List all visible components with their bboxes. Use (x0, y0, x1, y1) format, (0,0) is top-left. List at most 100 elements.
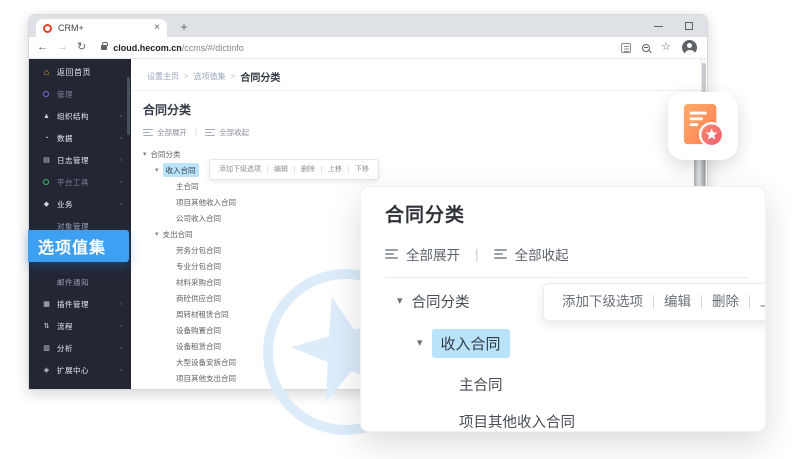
translate-icon[interactable] (621, 43, 631, 53)
option-set-callout[interactable]: 选项值集 (28, 230, 129, 262)
profile-avatar[interactable] (682, 40, 697, 55)
caret-down-icon[interactable]: ▾ (155, 231, 159, 238)
green-ring-icon (43, 179, 49, 185)
extension-icon: ◈ (41, 367, 52, 374)
sidebar-item-business[interactable]: ◆ 业务 ∨ (29, 193, 131, 215)
sidebar-item-logs[interactable]: ▤ 日志管理 ∨ (29, 149, 131, 171)
action-menu-item[interactable]: 上移 (321, 166, 348, 173)
breadcrumb-separator: > (184, 72, 189, 81)
tree-controls: 全部展开 | 全部收起 (143, 127, 707, 138)
url-path: /ccms/#/dictinfo (182, 43, 244, 53)
action-menu-item[interactable]: 删除 (294, 166, 321, 173)
data-icon: ◔ (41, 135, 52, 142)
caret-down-icon[interactable]: ▾ (155, 167, 159, 174)
bookmark-star-icon[interactable]: ☆ (661, 42, 671, 53)
action-menu-item[interactable]: 添加下级选项 (552, 295, 653, 310)
action-menu-item[interactable]: 上移 (749, 295, 766, 310)
maximize-icon[interactable] (685, 22, 693, 30)
selected-node-label[interactable]: 收入合同 (432, 329, 510, 358)
collapse-all-button[interactable]: 全部收起 (515, 244, 569, 264)
selected-node-label[interactable]: 收入合同 (163, 163, 199, 177)
action-menu-item[interactable]: 编辑 (653, 295, 701, 310)
collapse-all-icon (205, 129, 215, 137)
expand-all-icon (143, 129, 153, 137)
tree-node[interactable]: 主合同 (385, 374, 765, 395)
expand-all-button[interactable]: 全部展开 (406, 244, 460, 264)
forward-icon[interactable]: → (57, 42, 68, 53)
chevron-down-icon: ∨ (119, 114, 123, 119)
plugin-icon: ▦ (41, 301, 52, 308)
node-action-menu: 添加下级选项编辑删除上移下移 (209, 159, 379, 180)
tab-close-icon[interactable]: × (154, 23, 160, 33)
magnified-page-title: 合同分类 (385, 200, 765, 227)
purple-ring-icon (43, 91, 49, 97)
expand-all-button[interactable]: 全部展开 (157, 127, 187, 138)
sidebar-item-analysis[interactable]: ▥ 分析 ∨ (29, 337, 131, 359)
sidebar-group-platform-tools[interactable]: 平台工具 ∨ (29, 171, 131, 193)
breadcrumb: 设置主页 > 选项值集 > 合同分类 (131, 59, 707, 91)
sidebar-group-admin[interactable]: 管理 (29, 83, 131, 105)
url-host: cloud.hecom.cn (113, 43, 182, 53)
home-icon: ⌂ (41, 68, 52, 77)
action-menu-item[interactable]: 编辑 (267, 166, 294, 173)
expand-all-icon (385, 249, 398, 259)
app-sidebar: ⌂ 返回首页 管理 ▲ 组织结构 ∨ ◔ 数据 ∨ ▤ 日志管理 ∨ (29, 59, 131, 389)
window-controls (654, 15, 693, 37)
sidebar-item-extension-center[interactable]: ◈ 扩展中心 ∨ (29, 359, 131, 381)
business-icon: ◆ (41, 201, 52, 208)
document-star-card (668, 92, 738, 160)
chevron-down-icon: ∨ (119, 346, 123, 351)
crm-favicon-icon (43, 24, 52, 33)
magnified-panel: 合同分类 全部展开 | 全部收起 ▾ 合同分类 ▾ 收入合同 添加下级选项编辑删… (360, 186, 766, 432)
tree-node[interactable]: 项目其他收入合同 (385, 411, 765, 432)
org-structure-icon: ▲ (41, 113, 52, 120)
url-field[interactable]: cloud.hecom.cn/ccms/#/dictinfo (95, 40, 615, 56)
action-menu-item[interactable]: 添加下级选项 (213, 166, 267, 173)
address-bar-icons: ☆ (621, 40, 697, 55)
magnified-contract-tree: ▾ 合同分类 ▾ 收入合同 添加下级选项编辑删除上移下移 主合同项目其他收入合同… (385, 291, 765, 432)
caret-down-icon[interactable]: ▾ (143, 151, 147, 158)
workflow-icon: ⇅ (41, 323, 52, 330)
magnified-tree-controls: 全部展开 | 全部收起 (385, 244, 765, 264)
sidebar-item-plugins[interactable]: ▦ 插件管理 ∨ (29, 293, 131, 315)
lock-icon (101, 45, 107, 50)
browser-tab-bar: CRM+ × + (29, 15, 707, 37)
chevron-down-icon: ∨ (119, 202, 123, 207)
screenshot-stage: CRM+ × + ← → ↻ cloud.hecom.cn/ccms/#/dic… (0, 0, 792, 459)
back-icon[interactable]: ← (37, 42, 48, 53)
breadcrumb-option-sets[interactable]: 选项值集 (194, 71, 226, 82)
reload-icon[interactable]: ↻ (77, 42, 86, 53)
page-title: 合同分类 (143, 101, 707, 118)
caret-down-icon[interactable]: ▾ (397, 296, 403, 307)
log-icon: ▤ (41, 157, 52, 164)
caret-down-icon[interactable]: ▾ (417, 338, 423, 349)
minimize-icon[interactable] (654, 26, 663, 27)
browser-tab[interactable]: CRM+ × (36, 19, 167, 37)
breadcrumb-settings-home[interactable]: 设置主页 (147, 71, 179, 82)
zoom-out-icon[interactable] (642, 44, 650, 52)
node-action-menu: 添加下级选项编辑删除上移下移 (543, 283, 766, 321)
sidebar-scrollbar[interactable] (127, 77, 130, 135)
sidebar-item-mail-notify[interactable]: 邮件通知 (29, 271, 131, 293)
collapse-all-button[interactable]: 全部收起 (219, 127, 249, 138)
tab-title: CRM+ (58, 23, 84, 33)
divider-line (385, 277, 749, 278)
chevron-down-icon: ∨ (119, 302, 123, 307)
action-menu-item[interactable]: 删除 (701, 295, 749, 310)
new-tab-button[interactable]: + (175, 18, 193, 36)
breadcrumb-current: 合同分类 (240, 69, 280, 84)
sidebar-item-workflow[interactable]: ⇅ 流程 ∨ (29, 315, 131, 337)
divider: | (195, 128, 197, 137)
collapse-all-icon (494, 249, 507, 259)
action-menu-item[interactable]: 下移 (348, 166, 375, 173)
chevron-down-icon: ∨ (119, 368, 123, 373)
sidebar-item-data[interactable]: ◔ 数据 ∨ (29, 127, 131, 149)
document-star-icon (682, 103, 724, 149)
sidebar-item-org[interactable]: ▲ 组织结构 ∨ (29, 105, 131, 127)
address-bar: ← → ↻ cloud.hecom.cn/ccms/#/dictinfo ☆ (29, 37, 707, 59)
chevron-down-icon: ∨ (119, 324, 123, 329)
sidebar-item-home[interactable]: ⌂ 返回首页 (29, 61, 131, 83)
tree-node-income-selected[interactable]: ▾ 收入合同 添加下级选项编辑删除上移下移 (385, 329, 765, 358)
chevron-down-icon: ∨ (119, 158, 123, 163)
chevron-down-icon: ∨ (119, 136, 123, 141)
